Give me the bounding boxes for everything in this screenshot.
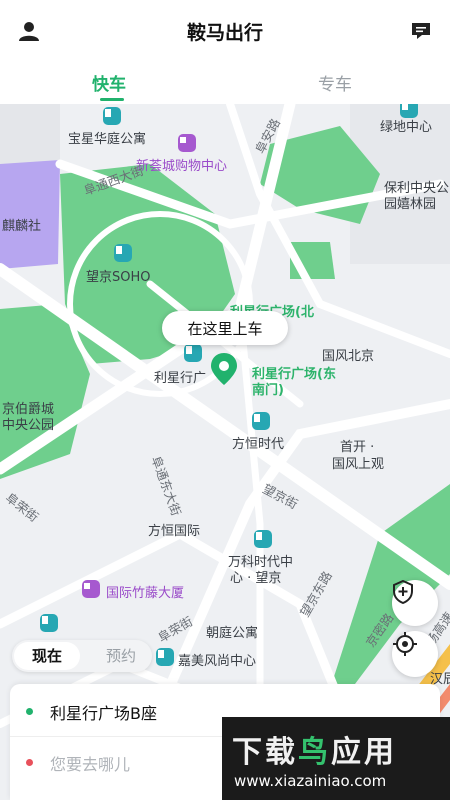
map-label-lvdi: 绿地中心: [380, 120, 433, 135]
map-label-baoxing: 宝星华庭公寓: [68, 132, 147, 147]
map-label-wanke-2: 心 · 望京: [230, 571, 282, 586]
map-label-baoli-2: 园嬉林园: [384, 197, 437, 212]
shopping-icon: [82, 580, 100, 598]
origin-dot-icon: [26, 708, 33, 715]
map-label-jiamei: 嘉美风尚中心: [178, 654, 257, 669]
building-icon: [254, 530, 272, 548]
map-label-qilin: 麒麟社: [2, 219, 42, 234]
map-label-chaoting: 朝庭公寓: [206, 626, 259, 641]
app-title: 鞍马出行: [186, 22, 263, 44]
map-label-intl-bamboo: 国际竹藤大厦: [106, 586, 185, 601]
map-label-wangjing-soho: 望京SOHO: [86, 270, 151, 285]
pickup-bubble[interactable]: 在这里上车: [162, 311, 288, 345]
watermark-title-1: 下载: [232, 735, 298, 770]
map-label-xinhuicheng: 新荟城购物中心: [136, 159, 228, 174]
shield-plus-icon[interactable]: [392, 580, 438, 626]
building-icon: [184, 344, 202, 362]
building-icon: [156, 648, 174, 666]
origin-text: 利星行广场B座: [50, 704, 157, 723]
app-header: 鞍马出行: [0, 0, 450, 62]
map-label-bojue-2: 中央公园: [2, 418, 55, 433]
watermark: 下载鸟应用 www.xiazainiao.com: [222, 717, 450, 800]
building-icon: [40, 614, 58, 632]
now-option[interactable]: 现在: [14, 642, 80, 670]
building-icon: [252, 412, 270, 430]
chat-icon[interactable]: [408, 18, 434, 44]
locate-icon[interactable]: [392, 631, 438, 677]
map-label-lixing-east-2: 南门): [252, 383, 284, 398]
map-label-fangheng-intl: 方恒国际: [148, 524, 201, 539]
tab-express[interactable]: 快车: [92, 70, 126, 95]
map-label-guofeng-beijing: 国风北京: [322, 349, 375, 364]
building-icon: [103, 107, 121, 125]
watermark-title-3: 应用: [331, 735, 397, 770]
map-label-fangheng-time: 方恒时代: [232, 437, 285, 452]
tab-active-indicator: [100, 98, 124, 101]
map-label-shoukai-2: 国风上观: [332, 457, 385, 472]
service-tabs: 快车 专车: [0, 62, 450, 104]
destination-placeholder: 您要去哪儿: [50, 755, 131, 774]
time-toggle: 现在 预约: [12, 640, 152, 672]
destination-dot-icon: [26, 759, 33, 766]
reserve-option[interactable]: 预约: [88, 640, 154, 672]
building-icon: [114, 244, 132, 262]
shopping-icon: [178, 134, 196, 152]
map-label-lixing-short: 利星行广: [154, 371, 207, 386]
watermark-title-2: 鸟: [298, 735, 331, 770]
tab-premium[interactable]: 专车: [318, 70, 352, 95]
watermark-title: 下载鸟应用: [232, 727, 397, 771]
watermark-url: www.xiazainiao.com: [234, 772, 387, 790]
